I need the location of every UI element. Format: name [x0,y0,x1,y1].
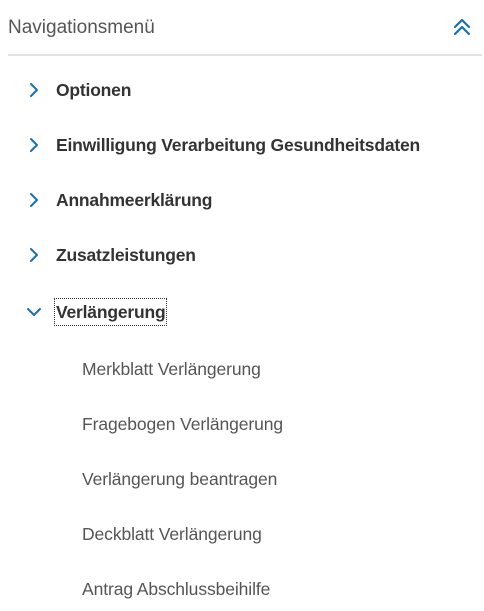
subnav-item-abschlussbeihilfe[interactable]: Antrag Abschlussbeihilfe [82,577,270,611]
double-chevron-up-icon [453,18,471,36]
chevron-right-icon [30,138,38,152]
subnav-item-merkblatt[interactable]: Merkblatt Verlängerung [82,357,261,391]
nav-item-label: Einwilligung Verarbeitung Gesundheitsdat… [56,135,421,155]
nav-item-label: Zusatzleistungen [56,245,196,265]
subnav-item-deckblatt[interactable]: Deckblatt Verlängerung [82,522,262,556]
subnav-item-beantragen[interactable]: Verlängerung beantragen [82,467,277,501]
chevron-down-icon [27,308,41,316]
navigation-header: Navigationsmenü [8,0,482,56]
navigation-title: Navigationsmenü [8,17,155,38]
nav-item-label: Annahmeerklärung [56,190,213,210]
chevron-right-icon [30,83,38,97]
navigation-menu: Navigationsmenü Optionen Einwilligung Ve… [0,0,484,603]
subnav-item-fragebogen[interactable]: Fragebogen Verlängerung [82,412,283,446]
nav-item-label: Verlängerung [53,298,168,326]
collapse-menu-button[interactable] [448,13,476,41]
chevron-right-icon [30,248,38,262]
chevron-right-icon [30,193,38,207]
nav-item-label: Optionen [56,80,132,100]
